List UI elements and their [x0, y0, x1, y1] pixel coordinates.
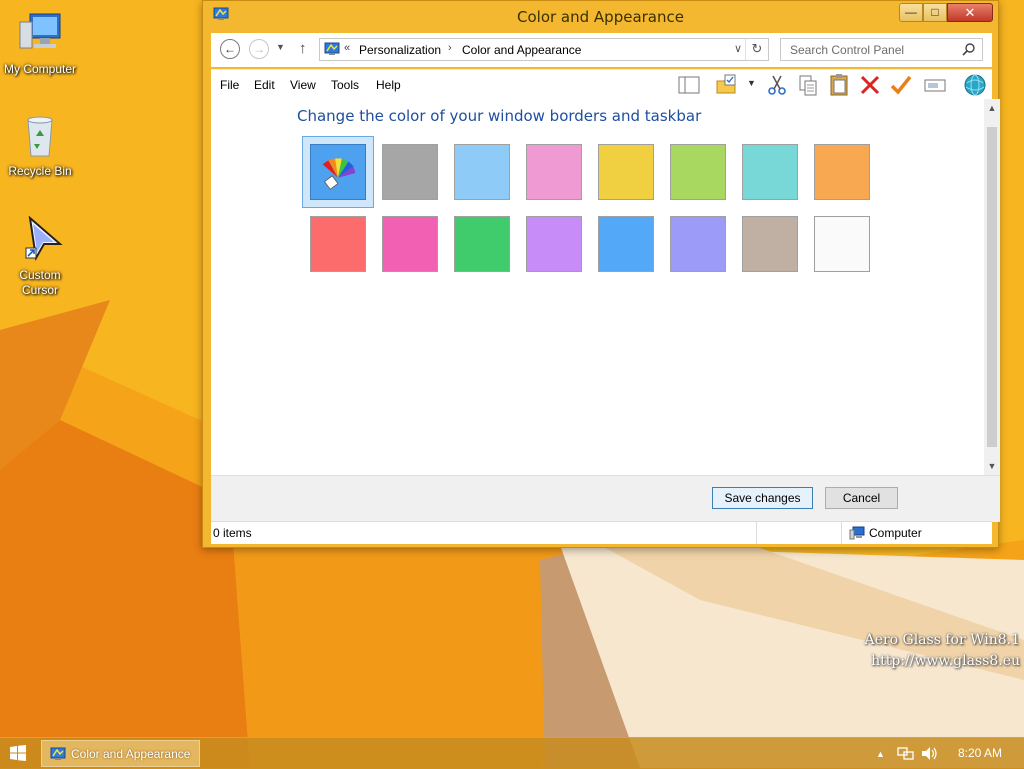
windows-start-icon[interactable] — [10, 745, 26, 761]
status-divider — [841, 522, 842, 544]
close-button[interactable]: ✕ — [947, 3, 993, 22]
breadcrumb-overflow[interactable]: « — [344, 42, 350, 54]
paste-icon[interactable] — [827, 73, 851, 97]
search-icon[interactable] — [962, 42, 976, 56]
color-swatch[interactable] — [454, 144, 510, 200]
desktop-icon-label: My Computer — [3, 62, 77, 76]
watermark-url: http://www.glass8.eu — [871, 653, 1020, 669]
scrollbar-thumb[interactable] — [987, 127, 997, 447]
navigation-bar: ← → ▼ ↑ « Personalization › Color and Ap… — [211, 33, 992, 67]
content-pane: Change the color of your window borders … — [211, 99, 984, 475]
taskbar: Color and Appearance ▲ 8:20 AM — [0, 737, 1024, 769]
check-icon[interactable] — [889, 73, 913, 97]
control-panel-icon — [324, 42, 340, 55]
globe-icon[interactable] — [963, 73, 987, 97]
taskbar-clock[interactable]: 8:20 AM — [958, 746, 1002, 760]
cancel-button[interactable]: Cancel — [825, 487, 898, 509]
recent-locations-chevron-icon[interactable]: ▼ — [276, 42, 285, 52]
menu-help[interactable]: Help — [376, 78, 401, 92]
menu-tools[interactable]: Tools — [331, 78, 359, 92]
menu-file[interactable]: File — [220, 78, 239, 92]
volume-icon[interactable] — [921, 746, 939, 761]
control-panel-icon — [50, 747, 66, 760]
menu-bar: File Edit View Tools Help ▼ — [211, 69, 992, 100]
desktop-icon-recycle-bin[interactable]: Recycle Bin — [0, 112, 80, 179]
recycle-bin-icon — [27, 116, 53, 157]
refresh-button[interactable]: ↻ — [745, 39, 768, 60]
color-swatch[interactable] — [814, 144, 870, 200]
show-hidden-icons-chevron-icon[interactable]: ▲ — [876, 749, 885, 759]
color-swatch-automatic[interactable] — [310, 144, 366, 200]
item-count: 0 items — [213, 526, 252, 540]
up-button[interactable]: ↑ — [299, 40, 307, 57]
color-swatch[interactable] — [382, 144, 438, 200]
menu-edit[interactable]: Edit — [254, 78, 275, 92]
search-box[interactable]: Search Control Panel — [780, 38, 983, 61]
color-swatch[interactable] — [742, 216, 798, 272]
taskbar-button-label: Color and Appearance — [71, 747, 191, 761]
maximize-icon: □ — [931, 5, 939, 19]
layout-icon[interactable] — [677, 73, 701, 97]
page-heading: Change the color of your window borders … — [297, 107, 702, 125]
cursor-shortcut-icon — [25, 215, 63, 261]
search-placeholder: Search Control Panel — [790, 43, 905, 57]
color-swatch[interactable] — [382, 216, 438, 272]
forward-button[interactable]: → — [249, 39, 269, 59]
network-icon[interactable] — [897, 746, 914, 761]
maximize-button[interactable]: □ — [923, 3, 947, 22]
status-divider — [756, 522, 757, 544]
minimize-button[interactable]: — — [899, 3, 923, 22]
scroll-down-icon[interactable]: ▼ — [984, 461, 1000, 471]
breadcrumb-personalization[interactable]: Personalization — [359, 43, 441, 57]
color-swatch[interactable] — [526, 216, 582, 272]
desktop-icon-label: Recycle Bin — [8, 164, 72, 178]
address-bar[interactable]: « Personalization › Color and Appearance… — [319, 38, 769, 61]
rename-icon[interactable] — [923, 73, 947, 97]
back-button[interactable]: ← — [220, 39, 240, 59]
title-bar[interactable]: Color and Appearance — □ ✕ — [203, 1, 998, 31]
scroll-up-icon[interactable]: ▲ — [984, 103, 1000, 113]
desktop-icon-custom-cursor[interactable]: Custom Cursor — [0, 215, 80, 298]
dialog-footer: Save changes Cancel — [211, 475, 1000, 522]
computer-icon — [849, 526, 865, 540]
desktop-icon-label: Custom — [19, 268, 61, 282]
color-palette-icon — [322, 158, 356, 191]
computer-icon — [19, 13, 61, 49]
watermark-line: Aero Glass for Win8.1 — [864, 632, 1020, 648]
address-dropdown-icon[interactable]: ∨ — [734, 42, 742, 55]
minimize-icon: — — [905, 5, 917, 19]
folder-options-chevron-down-icon[interactable]: ▼ — [747, 78, 756, 88]
status-bar: 0 items Computer — [211, 521, 992, 544]
save-changes-button[interactable]: Save changes — [712, 487, 813, 509]
color-swatch[interactable] — [598, 216, 654, 272]
taskbar-button-color-and-appearance[interactable]: Color and Appearance — [41, 740, 200, 767]
close-icon: ✕ — [964, 5, 976, 20]
folder-properties-icon[interactable] — [715, 73, 739, 97]
copy-icon[interactable] — [796, 73, 820, 97]
breadcrumb-chevron-icon: › — [448, 42, 452, 54]
menu-view[interactable]: View — [290, 78, 316, 92]
desktop-icon-label: Cursor — [21, 283, 58, 297]
vertical-scrollbar[interactable]: ▲ ▼ — [984, 99, 1000, 475]
color-swatch[interactable] — [526, 144, 582, 200]
aero-glass-watermark: Aero Glass for Win8.1 http://www.glass8.… — [865, 630, 1020, 672]
status-location: Computer — [869, 526, 922, 540]
desktop-icon-my-computer[interactable]: My Computer — [0, 10, 80, 77]
color-swatch[interactable] — [742, 144, 798, 200]
breadcrumb-color-and-appearance[interactable]: Color and Appearance — [462, 43, 581, 57]
color-swatch[interactable] — [670, 216, 726, 272]
color-swatch[interactable] — [814, 216, 870, 272]
color-swatch[interactable] — [310, 216, 366, 272]
cut-icon[interactable] — [765, 73, 789, 97]
color-and-appearance-window: Color and Appearance — □ ✕ ← → ▼ ↑ « Per… — [202, 0, 1000, 548]
color-swatch[interactable] — [670, 144, 726, 200]
color-swatch[interactable] — [598, 144, 654, 200]
color-swatch[interactable] — [454, 216, 510, 272]
window-title: Color and Appearance — [517, 8, 684, 26]
delete-icon[interactable] — [858, 73, 882, 97]
